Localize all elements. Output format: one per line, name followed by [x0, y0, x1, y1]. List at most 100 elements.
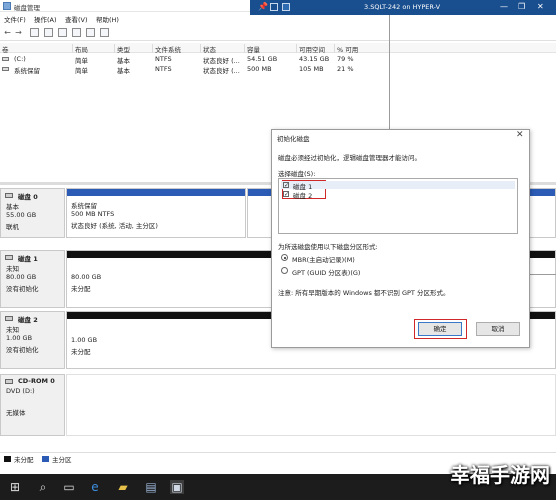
disk-0-label[interactable]: 磁盘 0 基本 55.00 GB 联机	[0, 188, 65, 238]
cdrom-0-label[interactable]: CD-ROM 0 DVD (D:) 无媒体	[0, 374, 65, 436]
legend-unallocated: 未分配	[14, 456, 34, 464]
legend-primary: 主分区	[52, 456, 72, 464]
partition-style-label: 为所选磁盘使用以下磁盘分区形式:	[278, 243, 378, 251]
disk-size: 55.00 GB	[6, 211, 37, 219]
menu-help[interactable]: 帮助(H)	[96, 14, 119, 24]
server-manager-icon[interactable]: ▤	[144, 480, 158, 494]
window-title: 磁盘管理	[14, 4, 40, 12]
disk-icon	[5, 255, 13, 260]
column-status[interactable]: 状态	[200, 44, 216, 54]
partition-status: 状态良好 (系统, 活动, 主分区)	[71, 222, 158, 230]
disk-2-label[interactable]: 磁盘 2 未知 1.00 GB 没有初始化	[0, 311, 65, 369]
disk-status: 没有初始化	[6, 285, 39, 293]
minimize-button[interactable]: —	[500, 2, 508, 11]
vm-window-icon[interactable]	[270, 3, 278, 11]
drive-icon	[2, 67, 9, 71]
list-item[interactable]: ✓ 磁盘 2	[281, 190, 515, 200]
disk-size: 1.00 GB	[6, 334, 33, 342]
volume-type: 基本	[117, 67, 130, 75]
dialog-title: 初始化磁盘	[277, 135, 310, 143]
menu-file[interactable]: 文件(F)	[4, 14, 26, 24]
disk-type: 未知	[6, 265, 19, 273]
windows-icon[interactable]: ⊞	[8, 480, 22, 494]
volume-name: 系统保留	[14, 67, 40, 75]
help-icon[interactable]	[44, 28, 53, 37]
vm-title: 3.SQLT-242 on HYPER-V	[364, 3, 441, 11]
close-icon[interactable]: ✕	[516, 130, 524, 140]
disk-status: 无媒体	[6, 409, 26, 417]
disk-status: 没有初始化	[6, 346, 39, 354]
column-filesystem[interactable]: 文件系统	[152, 44, 181, 54]
volume-free: 105 MB	[299, 65, 324, 73]
folder-icon[interactable]: ▰	[116, 480, 130, 494]
drive-icon	[2, 57, 9, 61]
disk-name: 磁盘 0	[18, 193, 38, 201]
legend-swatch-unallocated	[4, 456, 11, 462]
gpt-note: 注意: 所有早期版本的 Windows 都不识别 GPT 分区形式。	[278, 289, 450, 297]
volume-filesystem: NTFS	[155, 55, 172, 63]
gpt-label[interactable]: GPT (GUID 分区表)(G)	[292, 267, 360, 277]
list-item[interactable]: ✓ 磁盘 1	[281, 181, 515, 191]
disk-icon	[5, 193, 13, 198]
properties-icon[interactable]	[58, 28, 67, 37]
volume-free: 43.15 GB	[299, 55, 330, 63]
disk-management-icon[interactable]: ▣	[170, 480, 184, 494]
mbr-label[interactable]: MBR(主启动记录)(M)	[292, 254, 355, 264]
volume-percent: 21 %	[337, 65, 354, 73]
disk-management-icon	[3, 2, 11, 10]
disk-item-label: 磁盘 2	[293, 192, 313, 200]
column-type[interactable]: 类型	[114, 44, 130, 54]
disk-1-label[interactable]: 磁盘 1 未知 80.00 GB 没有初始化	[0, 250, 65, 308]
partition-status: 未分配	[71, 285, 91, 293]
disk-name: CD-ROM 0	[18, 377, 55, 385]
restore-button[interactable]: ❐	[518, 2, 525, 11]
rescan-icon[interactable]	[86, 28, 95, 37]
legend-swatch-primary	[42, 456, 49, 462]
edge-icon[interactable]: e	[88, 480, 102, 494]
arrow-right-icon[interactable]: →	[14, 28, 23, 37]
volume-capacity: 500 MB	[247, 65, 272, 73]
column-volume[interactable]: 卷	[0, 44, 9, 54]
close-button[interactable]: ✕	[537, 2, 544, 11]
vm-enhanced-icon[interactable]	[282, 3, 290, 11]
disk-type: 未知	[6, 326, 19, 334]
column-capacity[interactable]: 容量	[244, 44, 260, 54]
watermark-text: 幸福手游网	[450, 463, 550, 487]
menu-action[interactable]: 操作(A)	[34, 14, 57, 24]
dialog-intro: 磁盘必须经过初始化，逻辑磁盘管理器才能访问。	[278, 154, 421, 162]
select-disks-label: 选择磁盘(S):	[278, 170, 316, 178]
partition-status: 未分配	[71, 348, 91, 356]
column-layout[interactable]: 布局	[72, 44, 88, 54]
disk-name: 磁盘 2	[18, 316, 38, 324]
volume-name: (C:)	[14, 55, 26, 63]
column-free-space[interactable]: 可用空间	[296, 44, 325, 54]
volume-status: 状态良好 (...	[203, 67, 240, 75]
search-icon[interactable]: ⌕	[36, 480, 50, 494]
pin-icon[interactable]: 📌	[258, 2, 268, 11]
mbr-radio[interactable]	[281, 254, 288, 261]
volume-filesystem: NTFS	[155, 65, 172, 73]
list-view-icon[interactable]	[100, 28, 109, 37]
cancel-button[interactable]: 取消	[476, 322, 520, 336]
disk-type: DVD (D:)	[6, 387, 35, 395]
column-percent-free[interactable]: % 可用	[334, 44, 358, 54]
gpt-radio[interactable]	[281, 267, 288, 274]
ok-button[interactable]: 确定	[418, 322, 462, 336]
task-view-icon[interactable]: ▭	[62, 480, 76, 494]
checkbox[interactable]: ✓	[283, 182, 289, 189]
disk-type: 基本	[6, 203, 19, 211]
arrow-left-icon[interactable]: ←	[3, 28, 12, 37]
initialize-disk-dialog: 初始化磁盘 ✕ 磁盘必须经过初始化，逻辑磁盘管理器才能访问。 选择磁盘(S): …	[271, 129, 530, 348]
disk-select-list[interactable]: ✓ 磁盘 1 ✓ 磁盘 2	[278, 178, 518, 234]
volume-percent: 79 %	[337, 55, 354, 63]
refresh-icon[interactable]	[72, 28, 81, 37]
checkbox[interactable]: ✓	[283, 191, 289, 198]
disk-size: 80.00 GB	[6, 273, 37, 281]
console-tree-icon[interactable]	[30, 28, 39, 37]
partition-size: 500 MB NTFS	[71, 210, 115, 218]
partition-system-reserved[interactable]: 系统保留 500 MB NTFS 状态良好 (系统, 活动, 主分区)	[66, 188, 246, 238]
disk-status: 联机	[6, 223, 19, 231]
menu-view[interactable]: 查看(V)	[65, 14, 88, 24]
partition-bar	[67, 189, 245, 196]
partition-size: 1.00 GB	[71, 336, 98, 344]
